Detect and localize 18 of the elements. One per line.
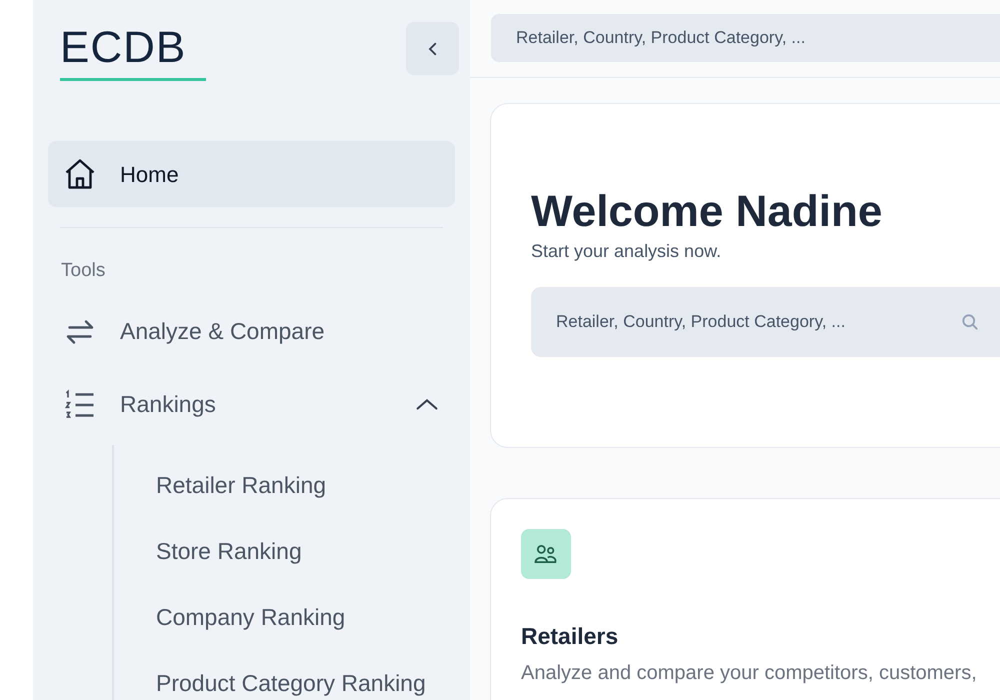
retailers-card[interactable]: Retailers Analyze and compare your competitors, customers,	[490, 498, 1000, 700]
sub-nav-item[interactable]: Product Category Ranking	[156, 664, 426, 700]
nav-item[interactable]: Home	[48, 141, 455, 207]
welcome-heading: Welcome Nadine	[531, 186, 882, 238]
search-field[interactable]: Retailer, Country, Product Category, ...	[491, 14, 1000, 62]
search-field[interactable]: Retailer, Country, Product Category, ...	[531, 287, 1000, 357]
sub-nav-item[interactable]: Company Ranking	[156, 598, 346, 634]
card-title: Retailers	[521, 622, 618, 651]
sub-nav-item[interactable]: Store Ranking	[156, 532, 302, 568]
collapse-sidebar-button[interactable]	[406, 22, 459, 75]
nav-item[interactable]: Analyze & Compare	[48, 300, 455, 364]
nav-item[interactable]: Rankings	[48, 372, 455, 436]
card-description: Analyze and compare your competitors, customers,	[521, 660, 977, 686]
section-title: Tools	[61, 259, 106, 283]
search-icon	[960, 312, 980, 332]
ecdb-logo[interactable]: ECDB	[60, 28, 206, 81]
welcome-subtitle: Start your analysis now.	[531, 241, 722, 261]
sub-nav-item[interactable]: Retailer Ranking	[156, 466, 326, 502]
